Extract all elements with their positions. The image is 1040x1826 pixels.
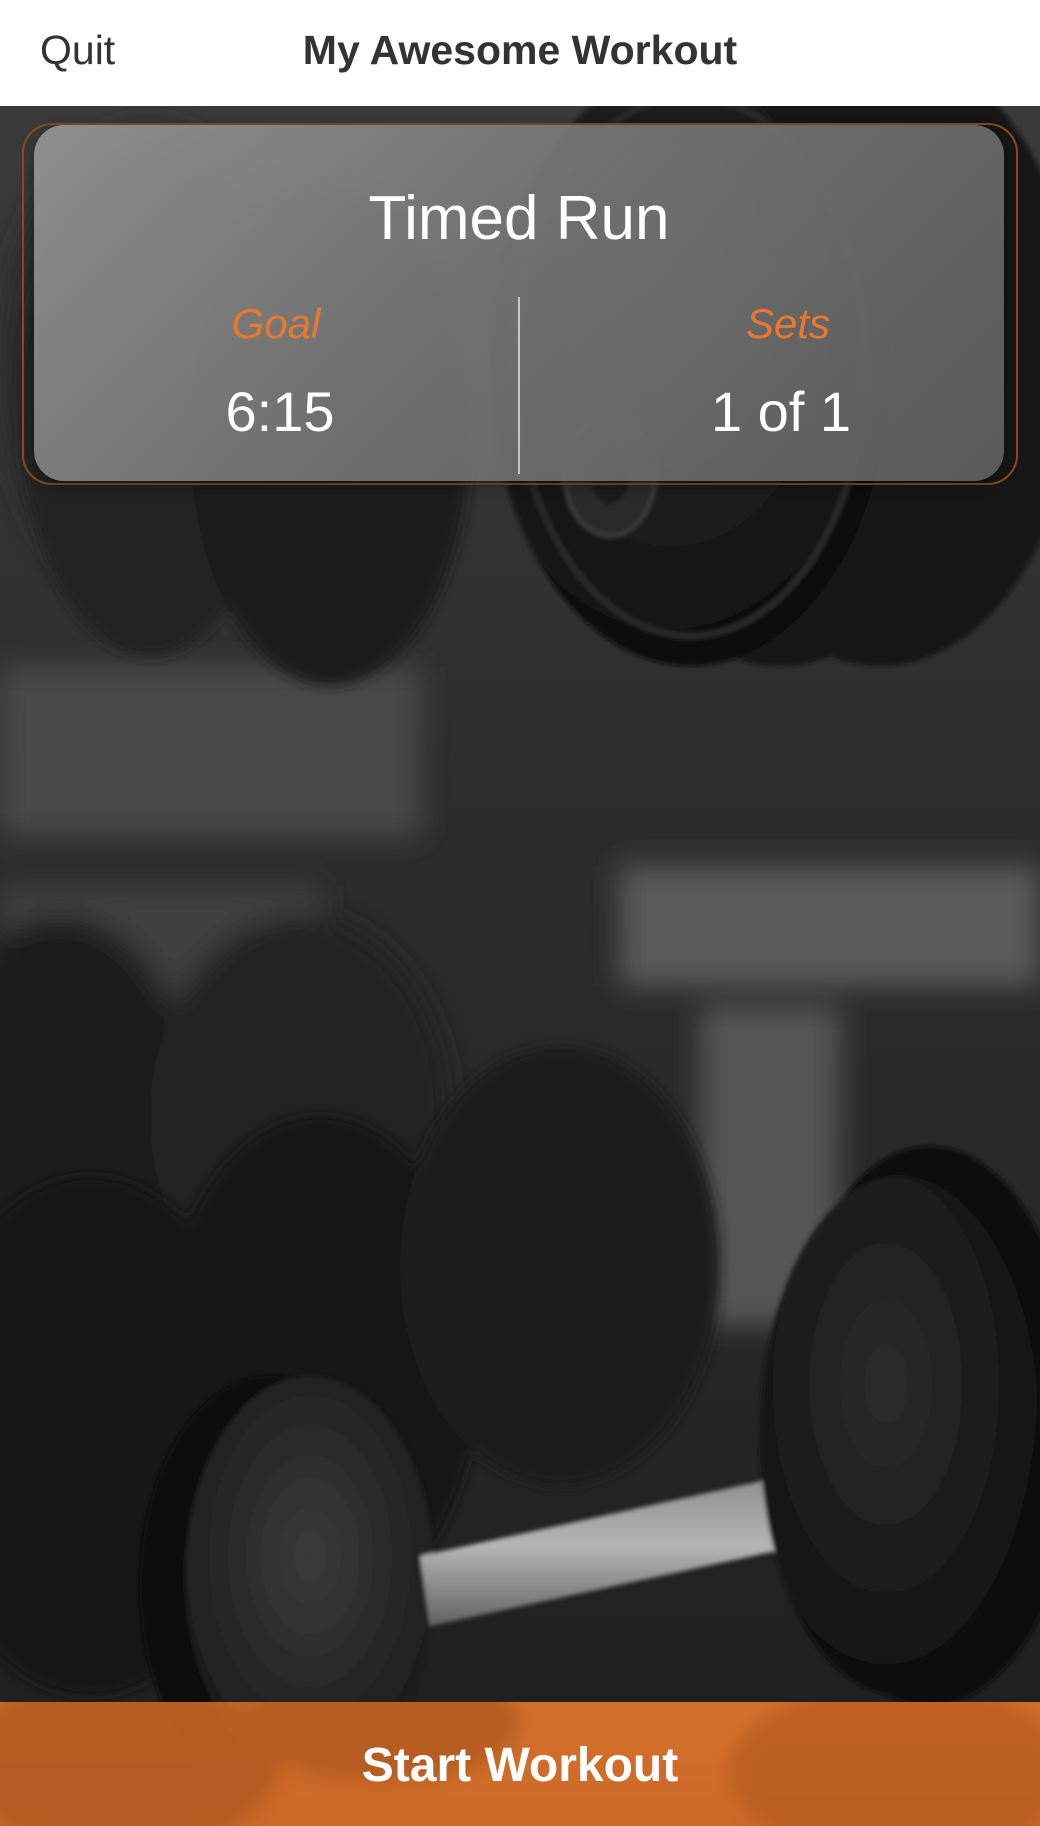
start-workout-button[interactable]: Start Workout (0, 1702, 1040, 1826)
exercise-name: Timed Run (368, 184, 670, 253)
goal-label: Goal (231, 300, 321, 347)
workout-screen: Quit My Awesome Workout Timed Run Goal 6… (0, 0, 1040, 1826)
sets-label: Sets (745, 300, 831, 347)
exercise-card: Timed Run Goal 6:15 Sets 1 of 1 (34, 125, 1004, 481)
page-title: My Awesome Workout (302, 27, 738, 73)
card-divider (518, 297, 520, 474)
start-workout-label: Start Workout (361, 1739, 679, 1792)
navigation-bar: Quit My Awesome Workout (0, 0, 1040, 106)
goal-value: 6:15 (225, 380, 335, 443)
sets-value: 1 of 1 (710, 380, 852, 443)
